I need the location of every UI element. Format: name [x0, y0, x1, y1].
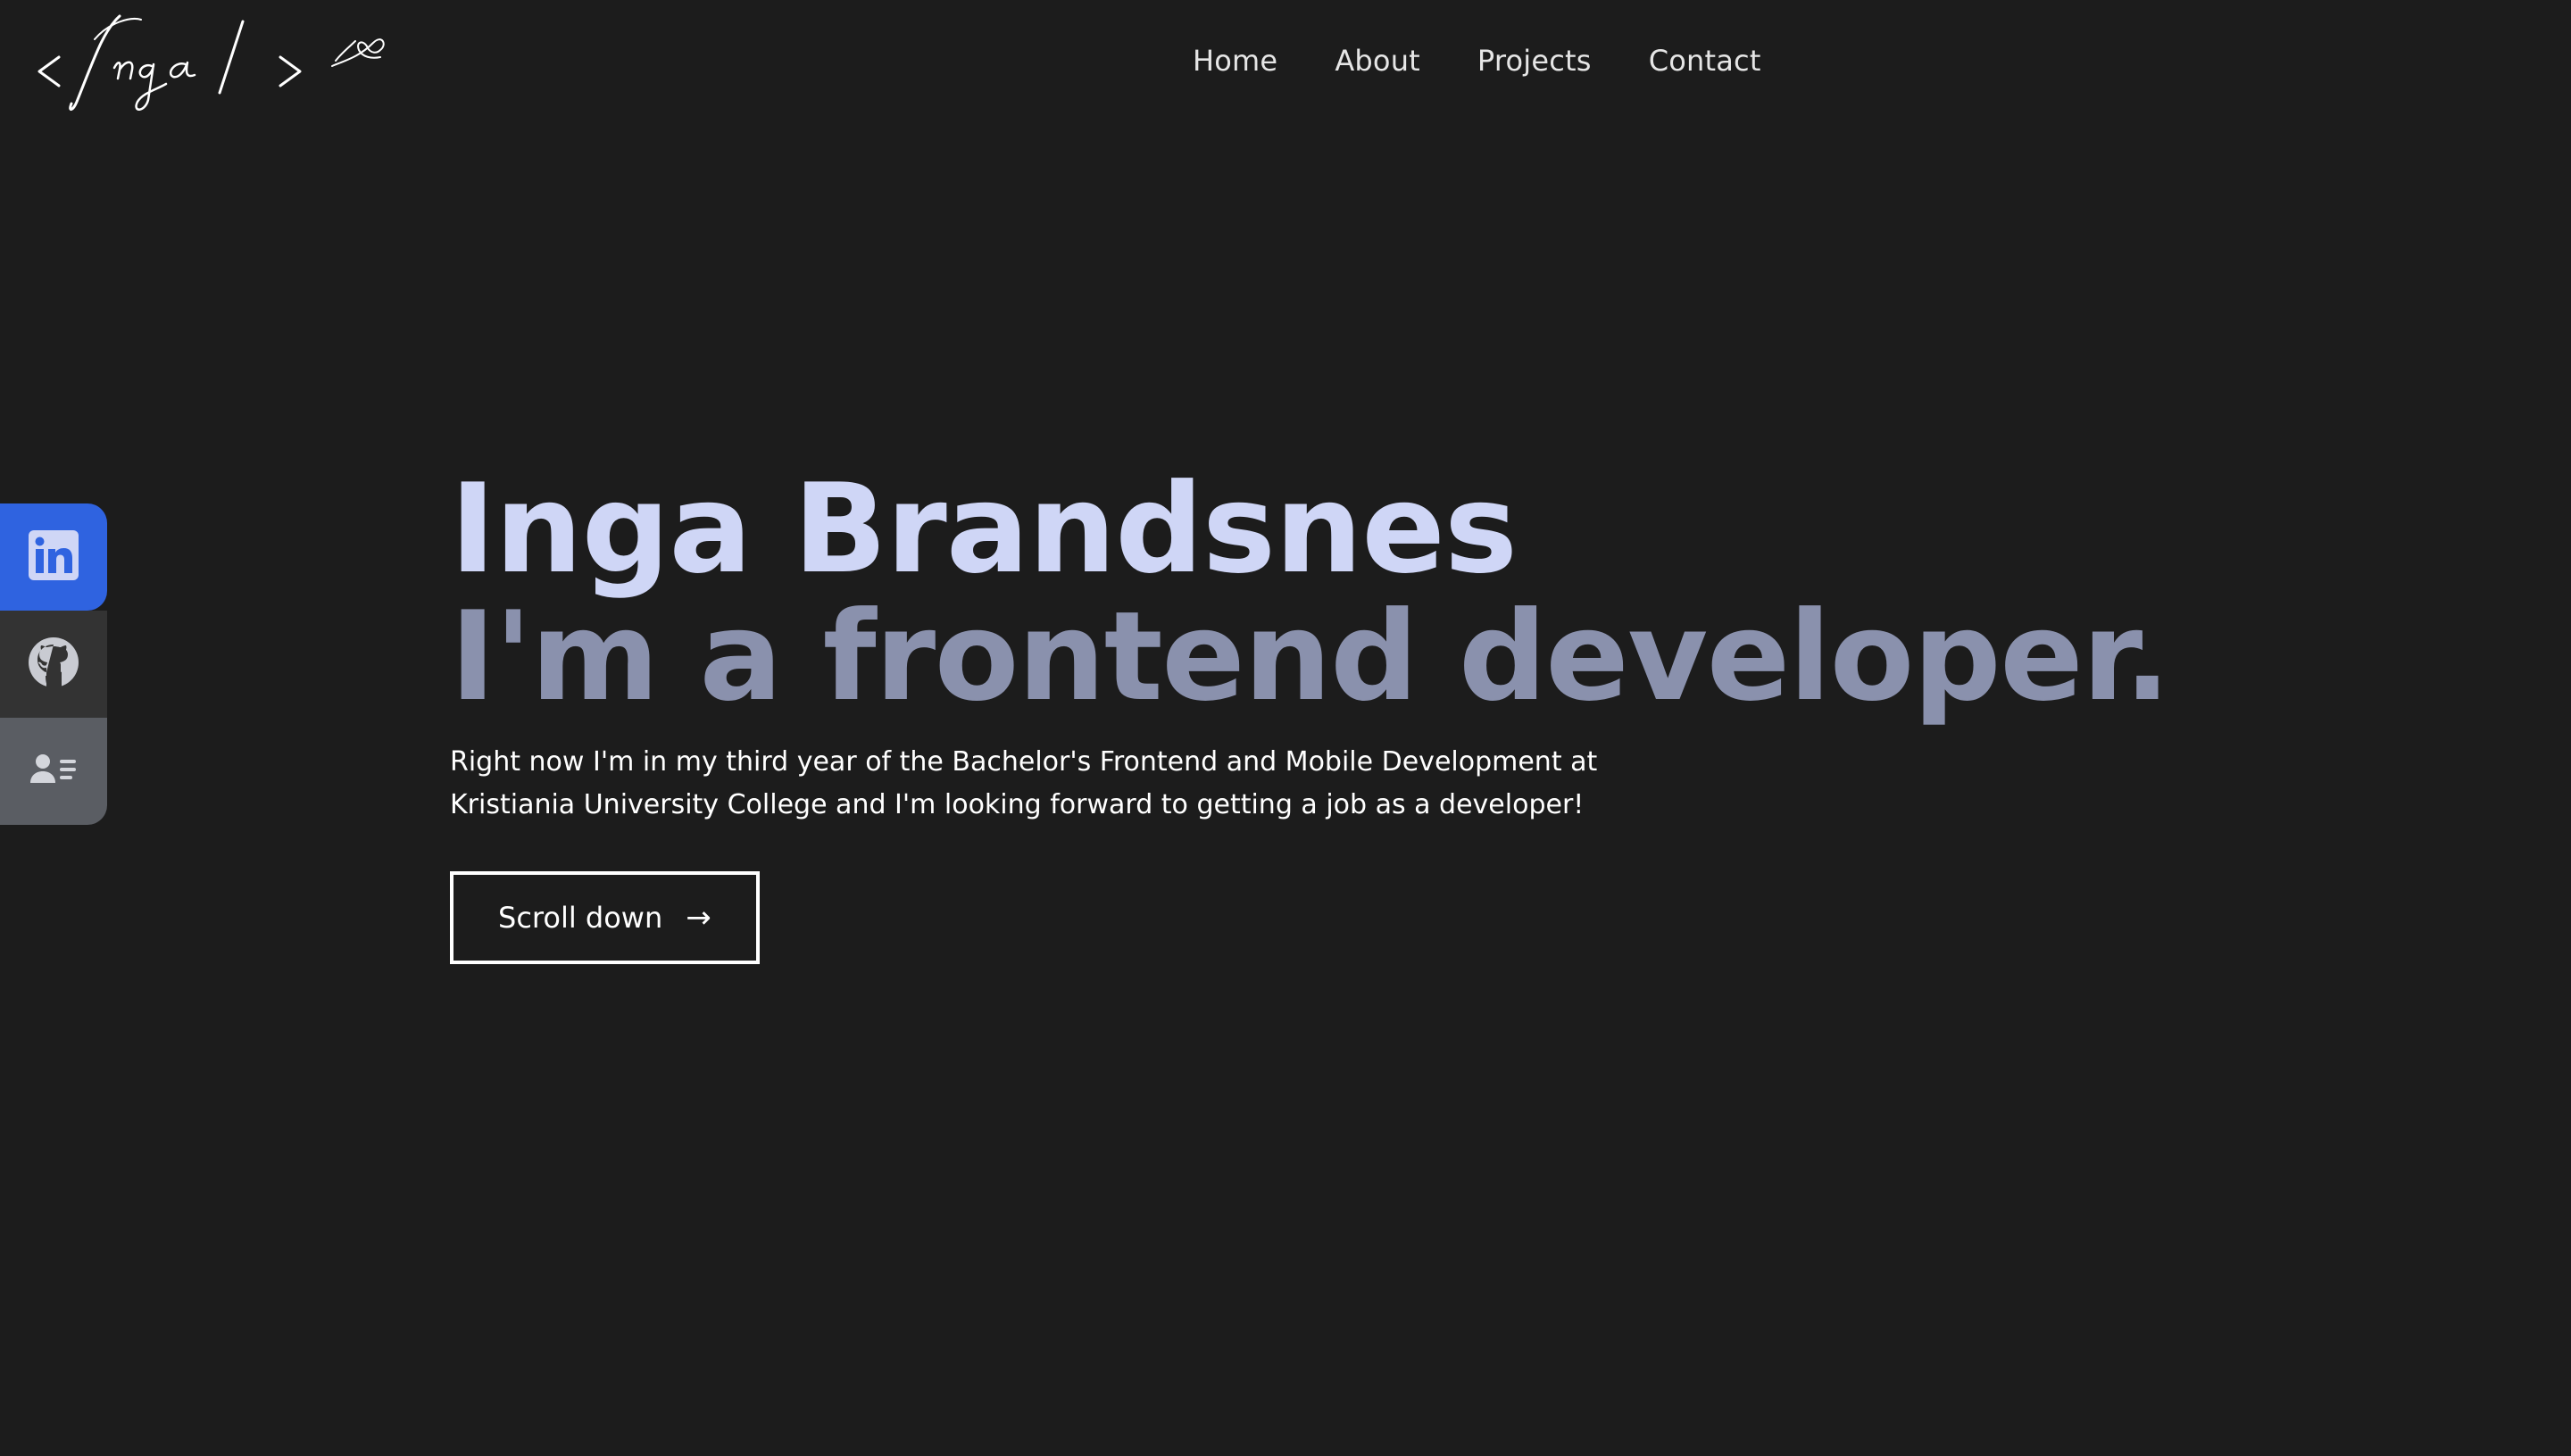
page: Home About Projects Contact Inga Brandsn… — [0, 0, 2571, 1456]
linkedin-icon — [28, 529, 79, 585]
arrow-right-icon: → — [686, 900, 711, 936]
linkedin-button[interactable] — [0, 503, 107, 611]
github-icon — [28, 636, 79, 692]
social-sidebar — [0, 503, 107, 825]
nav-link-contact[interactable]: Contact — [1649, 39, 1761, 82]
contact-card-button[interactable] — [0, 718, 107, 825]
nav-link-projects[interactable]: Projects — [1477, 39, 1592, 82]
main-nav: Home About Projects Contact — [1193, 39, 1761, 82]
scroll-down-button[interactable]: Scroll down → — [450, 871, 760, 964]
hero-section: Inga Brandsnes I'm a frontend developer.… — [450, 464, 2325, 964]
nav-link-about[interactable]: About — [1335, 39, 1420, 82]
scroll-down-label: Scroll down — [498, 901, 663, 935]
site-logo[interactable] — [32, 4, 389, 120]
hero-name: Inga Brandsnes — [450, 457, 1518, 601]
github-button[interactable] — [0, 611, 107, 718]
hero-role: I'm a frontend developer. — [450, 585, 2171, 728]
contact-card-icon — [28, 744, 79, 799]
nav-link-home[interactable]: Home — [1193, 39, 1277, 82]
hero-description: Right now I'm in my third year of the Ba… — [450, 746, 1598, 820]
